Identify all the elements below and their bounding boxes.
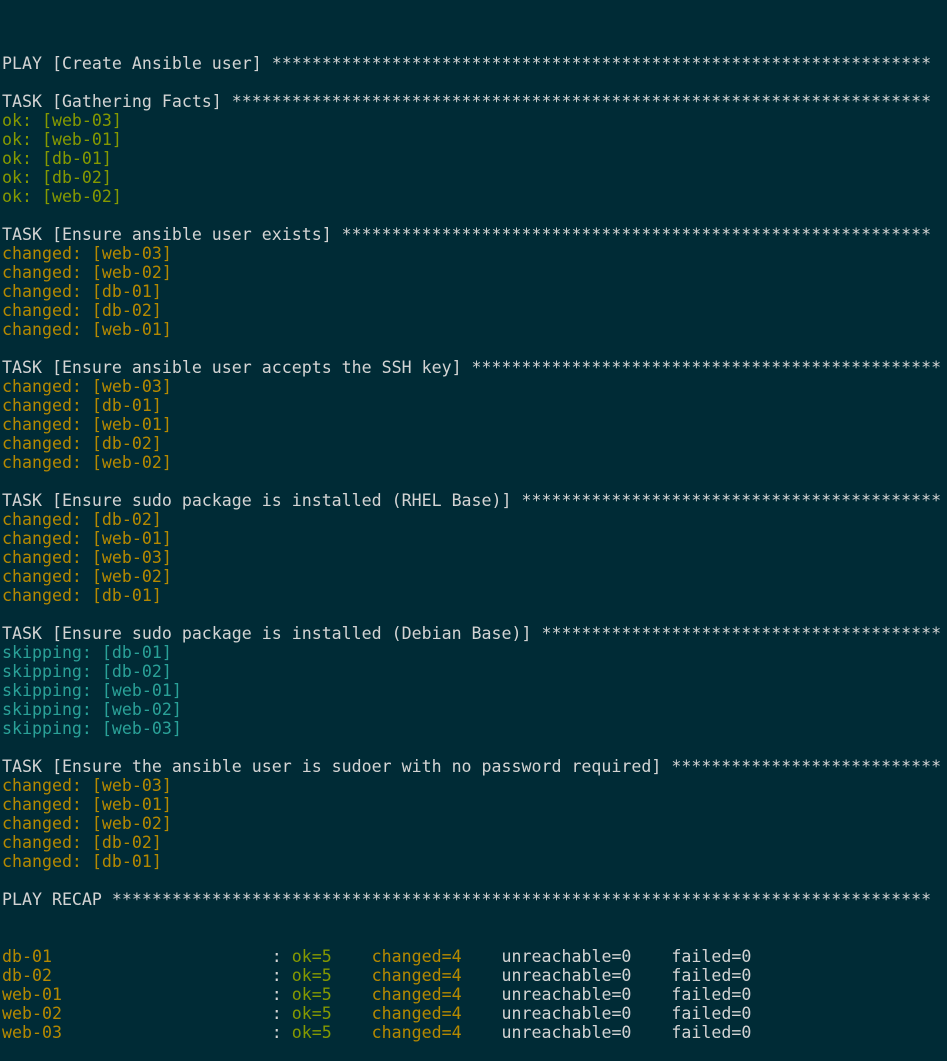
task-header-line: PLAY [Create Ansible user] *************… <box>2 54 932 73</box>
host-result-line: changed: [db-01] <box>2 396 162 415</box>
ansible-log: PLAY [Create Ansible user] *************… <box>2 54 947 909</box>
host-result-line: changed: [db-02] <box>2 301 162 320</box>
host-result-line: changed: [web-03] <box>2 244 172 263</box>
recap-ok: ok=5 <box>291 1023 372 1042</box>
host-result-line: changed: [web-02] <box>2 263 172 282</box>
task-header-line: TASK [Ensure sudo package is installed (… <box>2 624 942 643</box>
recap-ok: ok=5 <box>291 985 372 1004</box>
host-result-line: changed: [db-02] <box>2 434 162 453</box>
recap-host: db-01 <box>2 947 272 966</box>
recap-row: db-01 : ok=5 changed=4 unreachable=0 fai… <box>2 947 947 966</box>
recap-row: web-03 : ok=5 changed=4 unreachable=0 fa… <box>2 1023 947 1042</box>
recap-host: web-03 <box>2 1023 272 1042</box>
recap-unreachable: unreachable=0 <box>501 1023 672 1042</box>
recap-failed: failed=0 <box>671 966 752 985</box>
host-result-line: changed: [web-01] <box>2 320 172 339</box>
recap-row: db-02 : ok=5 changed=4 unreachable=0 fai… <box>2 966 947 985</box>
host-result-line: skipping: [web-03] <box>2 719 182 738</box>
play-recap-table: db-01 : ok=5 changed=4 unreachable=0 fai… <box>2 947 947 1042</box>
host-result-line: changed: [web-02] <box>2 567 172 586</box>
recap-separator: : <box>271 966 292 985</box>
recap-host: db-02 <box>2 966 272 985</box>
recap-separator: : <box>271 1004 292 1023</box>
host-result-line: skipping: [db-02] <box>2 662 172 681</box>
recap-row: web-01 : ok=5 changed=4 unreachable=0 fa… <box>2 985 947 1004</box>
recap-separator: : <box>271 947 292 966</box>
task-header-line: TASK [Ensure the ansible user is sudoer … <box>2 757 942 776</box>
task-header-line: TASK [Gathering Facts] *****************… <box>2 92 932 111</box>
recap-changed: changed=4 <box>371 1004 502 1023</box>
recap-ok: ok=5 <box>291 966 372 985</box>
task-header-line: TASK [Ensure ansible user exists] ******… <box>2 225 932 244</box>
recap-unreachable: unreachable=0 <box>501 985 672 1004</box>
host-result-line: ok: [web-01] <box>2 130 122 149</box>
host-result-line: ok: [db-02] <box>2 168 112 187</box>
host-result-line: changed: [web-03] <box>2 548 172 567</box>
host-result-line: changed: [db-02] <box>2 833 162 852</box>
host-result-line: changed: [web-01] <box>2 415 172 434</box>
task-header-line: TASK [Ensure sudo package is installed (… <box>2 491 942 510</box>
recap-changed: changed=4 <box>371 966 502 985</box>
recap-row: web-02 : ok=5 changed=4 unreachable=0 fa… <box>2 1004 947 1023</box>
recap-separator: : <box>271 1023 292 1042</box>
recap-unreachable: unreachable=0 <box>501 966 672 985</box>
recap-failed: failed=0 <box>671 1023 752 1042</box>
recap-unreachable: unreachable=0 <box>501 1004 672 1023</box>
host-result-line: skipping: [web-01] <box>2 681 182 700</box>
recap-host: web-02 <box>2 1004 272 1023</box>
recap-unreachable: unreachable=0 <box>501 947 672 966</box>
recap-ok: ok=5 <box>291 947 372 966</box>
host-result-line: changed: [web-03] <box>2 776 172 795</box>
recap-failed: failed=0 <box>671 985 752 1004</box>
recap-separator: : <box>271 985 292 1004</box>
recap-changed: changed=4 <box>371 985 502 1004</box>
recap-host: web-01 <box>2 985 272 1004</box>
host-result-line: ok: [web-02] <box>2 187 122 206</box>
host-result-line: changed: [web-01] <box>2 795 172 814</box>
recap-changed: changed=4 <box>371 947 502 966</box>
host-result-line: changed: [db-01] <box>2 282 162 301</box>
host-result-line: changed: [web-01] <box>2 529 172 548</box>
task-header-line: TASK [Ensure ansible user accepts the SS… <box>2 358 942 377</box>
host-result-line: ok: [web-03] <box>2 111 122 130</box>
host-result-line: changed: [web-03] <box>2 377 172 396</box>
host-result-line: changed: [web-02] <box>2 814 172 833</box>
terminal-output[interactable]: PLAY [Create Ansible user] *************… <box>2 16 947 1061</box>
host-result-line: changed: [web-02] <box>2 453 172 472</box>
host-result-line: changed: [db-01] <box>2 852 162 871</box>
recap-failed: failed=0 <box>671 947 752 966</box>
recap-changed: changed=4 <box>371 1023 502 1042</box>
host-result-line: skipping: [web-02] <box>2 700 182 719</box>
recap-failed: failed=0 <box>671 1004 752 1023</box>
host-result-line: ok: [db-01] <box>2 149 112 168</box>
host-result-line: changed: [db-02] <box>2 510 162 529</box>
host-result-line: changed: [db-01] <box>2 586 162 605</box>
host-result-line: skipping: [db-01] <box>2 643 172 662</box>
task-header-line: PLAY RECAP *****************************… <box>2 890 932 909</box>
recap-ok: ok=5 <box>291 1004 372 1023</box>
